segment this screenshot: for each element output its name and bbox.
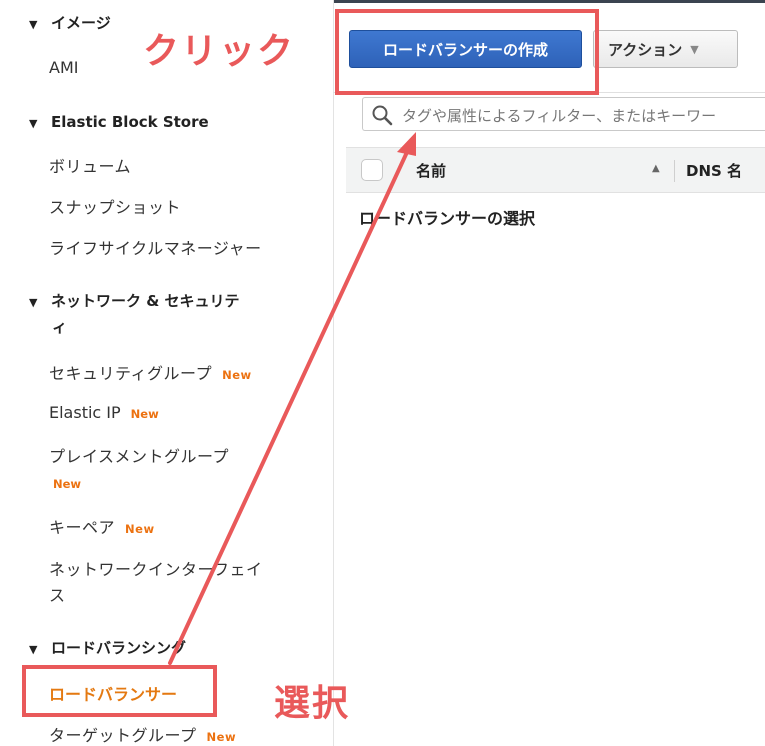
sidebar-item-ami[interactable]: AMI xyxy=(49,58,78,77)
new-badge: New xyxy=(53,477,82,491)
sidebar-item-lifecycle-manager[interactable]: ライフサイクルマネージャー xyxy=(49,235,262,259)
new-badge: New xyxy=(222,368,252,382)
sidebar-item-volumes[interactable]: ボリューム xyxy=(49,153,131,177)
collapse-triangle-icon: ▼ xyxy=(29,18,38,31)
sidebar-item-network-interfaces-cont[interactable]: ス xyxy=(49,582,65,606)
new-badge: New xyxy=(125,522,155,536)
annotation-click-label: クリック xyxy=(143,31,296,72)
sidebar-item-elastic-ip[interactable]: Elastic IP New xyxy=(49,403,159,422)
sidebar-item-label: セキュリティグループ xyxy=(49,364,213,383)
column-separator xyxy=(674,160,675,182)
sidebar-heading-images[interactable]: ▼ イメージ xyxy=(29,12,111,33)
sidebar-item-snapshots[interactable]: スナップショット xyxy=(49,194,181,218)
column-header-dns-name[interactable]: DNS 名 xyxy=(686,160,742,181)
sort-ascending-icon[interactable]: ▲ xyxy=(652,163,660,174)
sidebar-item-label: Elastic IP xyxy=(49,403,121,422)
collapse-triangle-icon: ▼ xyxy=(29,117,38,130)
search-icon xyxy=(371,104,393,130)
sidebar-item-key-pairs[interactable]: キーペア New xyxy=(49,514,155,538)
sidebar-heading-network-security-cont: ィ xyxy=(52,318,68,336)
collapse-triangle-icon: ▼ xyxy=(29,643,38,656)
sidebar-heading-load-balancing[interactable]: ▼ ロードバランシング xyxy=(29,637,186,658)
sidebar-heading-label: イメージ xyxy=(51,14,111,32)
sidebar-item-label: ターゲットグループ xyxy=(49,726,197,745)
filter-placeholder: タグや属性によるフィルター、またはキーワー xyxy=(402,107,717,125)
sidebar: ▼ イメージ AMI ▼ Elastic Block Store ボリューム スナッ… xyxy=(0,0,334,746)
annotation-highlight-load-balancers xyxy=(22,665,217,717)
new-badge: New xyxy=(130,407,159,421)
sidebar-item-target-groups[interactable]: ターゲットグループ New xyxy=(49,722,236,746)
sidebar-item-placement-groups[interactable]: プレイスメントグループ xyxy=(49,443,229,467)
sidebar-item-label: キーペア xyxy=(49,518,116,537)
annotation-select-label: 選択 xyxy=(274,683,351,724)
new-badge: New xyxy=(206,730,237,744)
sidebar-heading-label: ネットワーク & セキュリテ xyxy=(51,292,240,310)
chevron-down-icon: ▼ xyxy=(690,42,699,56)
select-all-checkbox[interactable] xyxy=(361,159,383,181)
sidebar-heading-network-security[interactable]: ▼ ネットワーク & セキュリテ xyxy=(29,290,240,311)
top-bar-segment xyxy=(297,0,765,3)
collapse-triangle-icon: ▼ xyxy=(29,296,38,309)
table-header: 名前 ▲ DNS 名 xyxy=(346,147,765,193)
sidebar-heading-label: ロードバランシング xyxy=(51,639,187,657)
annotation-highlight-create-button xyxy=(335,9,599,95)
sidebar-item-security-groups[interactable]: セキュリティグループ New xyxy=(49,360,252,384)
sidebar-heading-ebs[interactable]: ▼ Elastic Block Store xyxy=(29,113,209,131)
sidebar-item-network-interfaces[interactable]: ネットワークインターフェイ xyxy=(49,556,263,580)
select-load-balancer-message: ロードバランサーの選択 xyxy=(359,209,536,228)
filter-input[interactable]: タグや属性によるフィルター、またはキーワー xyxy=(362,97,765,131)
sidebar-heading-label: Elastic Block Store xyxy=(51,113,209,131)
actions-dropdown[interactable]: アクション ▼ xyxy=(593,30,738,68)
column-header-name[interactable]: 名前 xyxy=(416,160,446,181)
actions-label: アクション xyxy=(608,40,683,59)
